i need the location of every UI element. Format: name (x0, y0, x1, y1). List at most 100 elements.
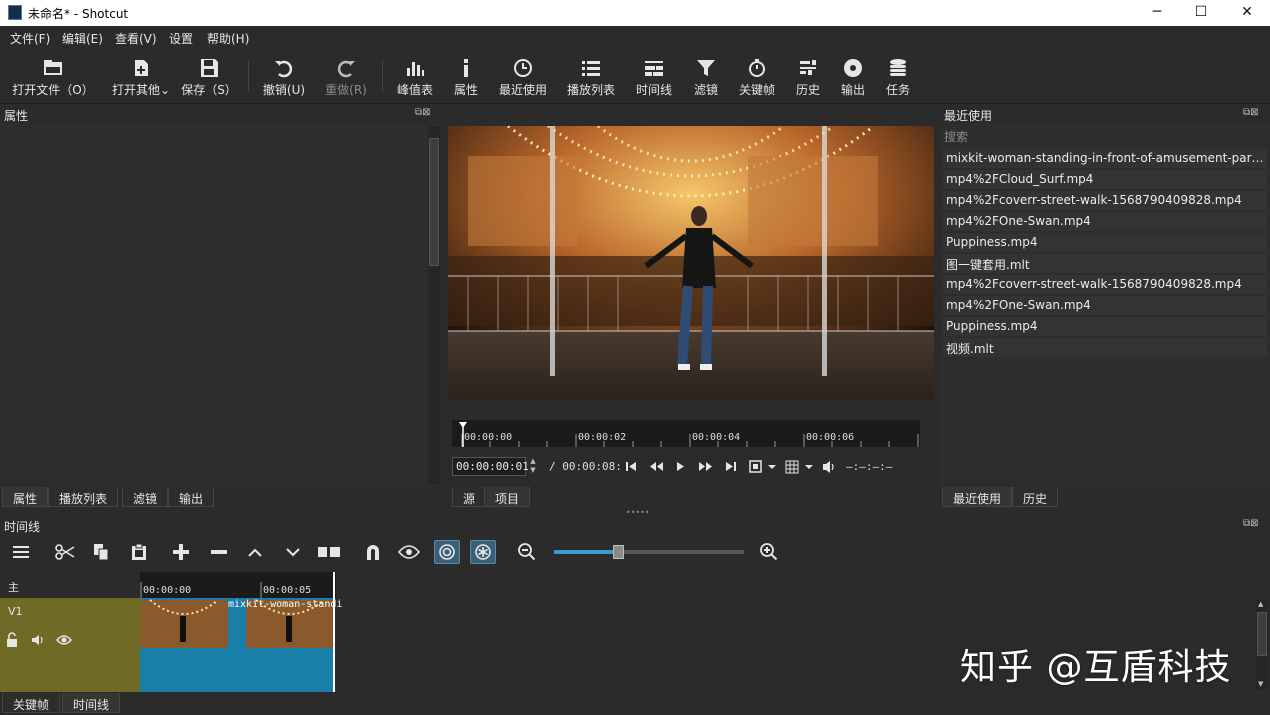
dock-float-close-buttons[interactable]: ⧉⊠ (415, 107, 431, 118)
zoom-out-button[interactable] (514, 540, 540, 564)
tab-playlist[interactable]: 播放列表 (48, 487, 119, 507)
recent-list-item[interactable]: 视频.mlt (943, 338, 1267, 357)
copy-button[interactable] (88, 540, 114, 564)
timeline-menu-button[interactable] (8, 540, 34, 564)
split-button[interactable] (316, 540, 342, 564)
ripple-icon (439, 544, 455, 560)
dock-float-close-buttons[interactable]: ⧉⊠ (1243, 518, 1259, 529)
properties-label: 属性 (453, 83, 478, 97)
save-label: 保存（S） (181, 83, 237, 97)
keyframes-button[interactable]: 关键帧 (734, 48, 780, 104)
copy-icon (94, 544, 109, 561)
clock-icon (514, 59, 532, 77)
tab-keyframes[interactable]: 关键帧 (2, 693, 61, 713)
v1-track-label: V1 (8, 605, 23, 618)
maximize-button[interactable]: ☐ (1178, 0, 1224, 26)
export-button[interactable]: 输出 (834, 48, 872, 104)
keyframes-label: 关键帧 (738, 83, 775, 97)
save-button[interactable]: 保存（S） (178, 48, 240, 104)
recent-label: 最近使用 (498, 83, 547, 97)
undo-button[interactable]: 撤销(U) (258, 48, 310, 104)
menu-edit[interactable]: 编辑(E) (62, 30, 103, 47)
remove-button[interactable] (206, 540, 232, 564)
player-tabs: 源 项目 (448, 487, 938, 509)
ruler-label: 00:00:05 (263, 585, 312, 596)
tab-project[interactable]: 项目 (484, 487, 531, 507)
menu-view[interactable]: 查看(V) (115, 30, 157, 47)
scrub-button[interactable] (396, 540, 422, 564)
timeline-ruler[interactable]: 00:00:00 00:00:05 (140, 572, 336, 598)
video-clip[interactable]: mixkit-woman-standi (140, 598, 342, 692)
open-other-button[interactable]: 打开其他⌄ (108, 48, 174, 104)
recent-dock-title: 最近使用 (944, 109, 993, 123)
stopwatch-icon (749, 59, 765, 77)
bottom-dock-tabs: 关键帧 时间线 (0, 693, 1270, 715)
properties-scrollbar[interactable] (428, 126, 440, 484)
recent-list-item[interactable]: 图一键套用.mlt (943, 254, 1267, 273)
recent-list-item[interactable]: mp4%2FOne-Swan.mp4 (943, 296, 1267, 315)
recent-list-item[interactable]: Puppiness.mp4 (943, 317, 1267, 336)
playlist-button[interactable]: 播放列表 (562, 48, 620, 104)
close-button[interactable]: ✕ (1224, 0, 1270, 26)
ripple-button[interactable] (434, 540, 460, 564)
paste-button[interactable] (126, 540, 152, 564)
recent-list-item[interactable]: Puppiness.mp4 (943, 233, 1267, 252)
mute-speaker-icon (32, 635, 43, 645)
tab-source[interactable]: 源 (452, 487, 487, 507)
dock-float-close-buttons[interactable]: ⧉⊠ (1243, 107, 1259, 118)
meter-bars-icon (407, 62, 424, 76)
recent-button[interactable]: 最近使用 (494, 48, 552, 104)
tab-recent[interactable]: 最近使用 (942, 487, 1013, 507)
tab-export[interactable]: 输出 (168, 487, 215, 507)
grid-icon (785, 460, 799, 474)
tab-filters[interactable]: 滤镜 (122, 487, 169, 507)
open-file-button[interactable]: 打开文件（O） (8, 48, 98, 104)
player-timeline-ruler[interactable]: 00:00:00 00:00:02 00:00:04 00:00:06 (452, 420, 920, 447)
peak-meter-button[interactable]: 峰值表 (392, 48, 438, 104)
timeline-button[interactable]: 时间线 (630, 48, 678, 104)
recent-list-item[interactable]: mp4%2FOne-Swan.mp4 (943, 212, 1267, 231)
ruler-label: 00:00:06 (806, 432, 855, 443)
chevron-down-icon (805, 465, 813, 469)
peak-meter-label: 峰值表 (396, 83, 433, 97)
cut-button[interactable] (52, 540, 78, 564)
master-track-label: 主 (8, 581, 19, 594)
chevron-up-icon (248, 548, 262, 557)
timeline-playhead[interactable] (333, 572, 335, 692)
redo-button[interactable]: 重做(R) (320, 48, 372, 104)
history-button[interactable]: 历史 (790, 48, 826, 104)
tab-timeline[interactable]: 时间线 (62, 693, 121, 713)
timeline-scrollbar[interactable]: ▲ ▼ (1256, 600, 1268, 690)
minimize-button[interactable]: ─ (1134, 0, 1180, 26)
recent-list-item[interactable]: mp4%2FCloud_Surf.mp4 (943, 170, 1267, 189)
menu-settings[interactable]: 设置 (169, 30, 193, 47)
database-stack-icon (890, 59, 906, 76)
ripple-all-tracks-button[interactable] (470, 540, 496, 564)
menu-file[interactable]: 文件(F) (10, 30, 50, 47)
recent-search-input[interactable]: 搜索 (941, 126, 1270, 146)
recent-list-item[interactable]: mp4%2Fcoverr-street-walk-1568790409828.m… (943, 191, 1267, 210)
filters-button[interactable]: 滤镜 (688, 48, 724, 104)
recent-list-item[interactable]: mixkit-woman-standing-in-front-of-amusem… (943, 149, 1267, 168)
video-preview[interactable] (448, 126, 934, 400)
timecode-spinner[interactable]: ▲ ▼ (527, 457, 539, 476)
split-icon (318, 547, 340, 557)
zoom-in-button[interactable] (756, 540, 782, 564)
lift-button[interactable] (242, 540, 268, 564)
tab-history[interactable]: 历史 (1012, 487, 1059, 507)
snap-button[interactable] (360, 540, 386, 564)
zoom-slider-handle[interactable] (613, 545, 624, 559)
append-button[interactable] (168, 540, 194, 564)
splitter-handle[interactable]: ••••• (626, 508, 650, 517)
menu-help[interactable]: 帮助(H) (207, 30, 249, 47)
jobs-button[interactable]: 任务 (880, 48, 916, 104)
properties-button[interactable]: 属性 (448, 48, 484, 104)
tab-properties[interactable]: 属性 (2, 487, 49, 507)
timecode-input[interactable]: 00:00:00:01 (452, 457, 529, 476)
overwrite-button[interactable] (280, 540, 306, 564)
recent-list-item[interactable]: mp4%2Fcoverr-street-walk-1568790409828.m… (943, 275, 1267, 294)
ripple-all-icon (475, 544, 491, 560)
v1-track-header[interactable]: V1 (0, 598, 140, 692)
history-icon (800, 60, 816, 75)
ruler-label: 00:00:04 (692, 432, 741, 443)
